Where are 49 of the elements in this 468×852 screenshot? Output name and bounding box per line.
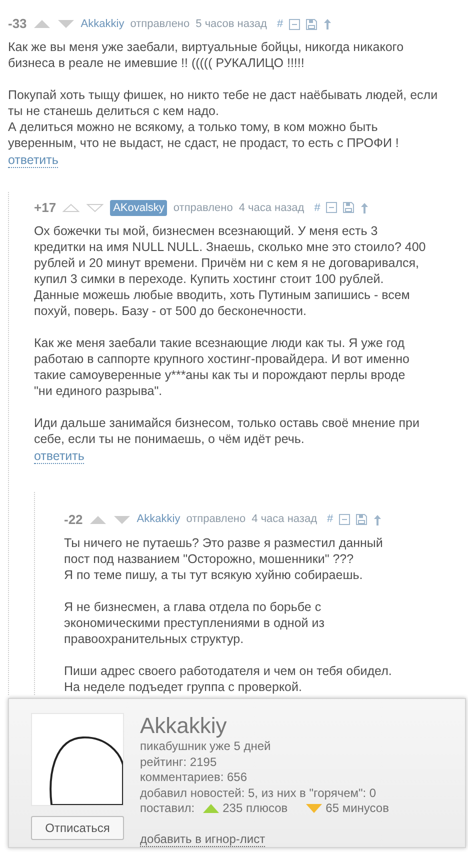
minus-triangle-icon <box>306 804 322 814</box>
profile-name: Akkakkiy <box>140 713 228 739</box>
comment-paragraph: Пиши адрес своего работодателя и чем он тебя обидел. На неделе подъедет группа с проверкой. <box>64 662 393 694</box>
permalink-link[interactable]: # <box>314 200 320 216</box>
comment-time: 5 часов назад <box>196 16 267 32</box>
profile-stat: рейтинг: 2195 <box>140 754 218 770</box>
votes-label: поставил: <box>140 801 195 816</box>
comment-time: 4 часа назад <box>238 200 304 216</box>
avatar-silhouette-icon <box>31 713 124 806</box>
author-link[interactable]: Akkakkiy <box>136 511 180 528</box>
downvote-arrow-icon[interactable] <box>56 17 75 31</box>
save-icon[interactable] <box>343 202 354 214</box>
plus-triangle-icon <box>202 804 219 814</box>
comment-rating: +17 <box>34 199 56 217</box>
up-arrow-icon[interactable] <box>360 202 370 214</box>
author-link[interactable]: AKovalsky <box>110 200 168 216</box>
up-arrow-icon[interactable] <box>323 18 332 30</box>
collapse-icon[interactable] <box>339 514 350 525</box>
permalink-link[interactable]: # <box>327 511 334 528</box>
sent-label: отправлено <box>130 16 190 32</box>
upvote-arrow-icon[interactable] <box>32 17 51 31</box>
up-arrow-icon[interactable] <box>373 514 382 526</box>
minuses-count: 65 минусов <box>326 801 389 816</box>
collapse-icon[interactable] <box>326 202 338 214</box>
comment-paragraph: Как же меня заебали такие всезнающие люди как ты. Я уже год работаю в саппорте крупного хостинг-провайдера. И вот именно такие самоуверенные у***аны как ты и порождают перлы вроде "ни единого разрыва". <box>34 334 410 399</box>
comment-paragraph: Ты ничего не путаешь? Это разве я разместил данный пост под названием "Осторожно, мошенники" ??? Я по теме пишу, а ты тут всякую хуйню собираешь. <box>64 534 384 582</box>
profile-stat: комментариев: 656 <box>140 770 248 786</box>
collapse-icon[interactable] <box>289 18 300 30</box>
save-icon[interactable] <box>306 18 318 30</box>
ignore-list-link[interactable]: добавить в игнор-лист <box>140 832 266 846</box>
sent-label: отправлено <box>173 200 233 216</box>
reply-link[interactable]: ответить <box>8 153 58 168</box>
comment-paragraph: Как же вы меня уже заебали, виртуальные бойцы, никогда никакого бизнеса в реале не имевшие !! ((((( РУКАЛИЦО !!!!! <box>8 39 405 71</box>
author-link[interactable]: Akkakkiy <box>80 16 124 32</box>
comment-paragraph: Иди дальше занимайся бизнесом, только оставь своё мнение при себе, если ты не понимаешь, о чём идёт речь. <box>34 414 420 447</box>
comment-paragraph: Я не бизнесмен, а глава отдела по борьбе с экономическими преступлениями в одной из правоохранительных структур. <box>64 598 326 646</box>
comment-paragraph: Покупай хоть тыщу фишек, но никто тебе не даст наёбывать людей, если ты не станешь делиться с кем надо. А делиться можно не всякому, а только тому, в ком можно быть уверенным, что не выдаст, не сдаст, не продаст, то есть с ПРОФИ ! <box>8 87 439 151</box>
save-icon[interactable] <box>356 514 368 525</box>
comment-rating: -22 <box>64 510 83 529</box>
comment-time: 4 часа назад <box>252 512 317 528</box>
sent-label: отправлено <box>186 512 246 528</box>
pluses-count: 235 плюсов <box>222 801 288 816</box>
unsubscribe-button[interactable]: Отписаться <box>31 816 124 840</box>
comment-rating: -33 <box>8 15 27 34</box>
permalink-link[interactable]: # <box>276 16 284 32</box>
profile-stat: добавил новостей: 5, из них в "горячем": 0 <box>140 786 378 801</box>
reply-link[interactable]: ответить <box>34 448 84 464</box>
comment-paragraph: Ох божечки ты мой, бизнесмен всезнающий. У меня есть 3 кредитки на имя NULL NULL. Знаешь, сколько мне это стоило? 400 рублей и 20 минут времени. Причём ни с кем я не договаривался, купил 3 симки в переходе. Купить хостинг стоит 100 рублей. Данные можешь любые вводить, хоть Путиным запишись - всем похуй, поверь. Базу - от 500 до бесконечности. <box>34 222 427 319</box>
profile-stat: пикабушник уже 5 дней <box>140 739 272 754</box>
